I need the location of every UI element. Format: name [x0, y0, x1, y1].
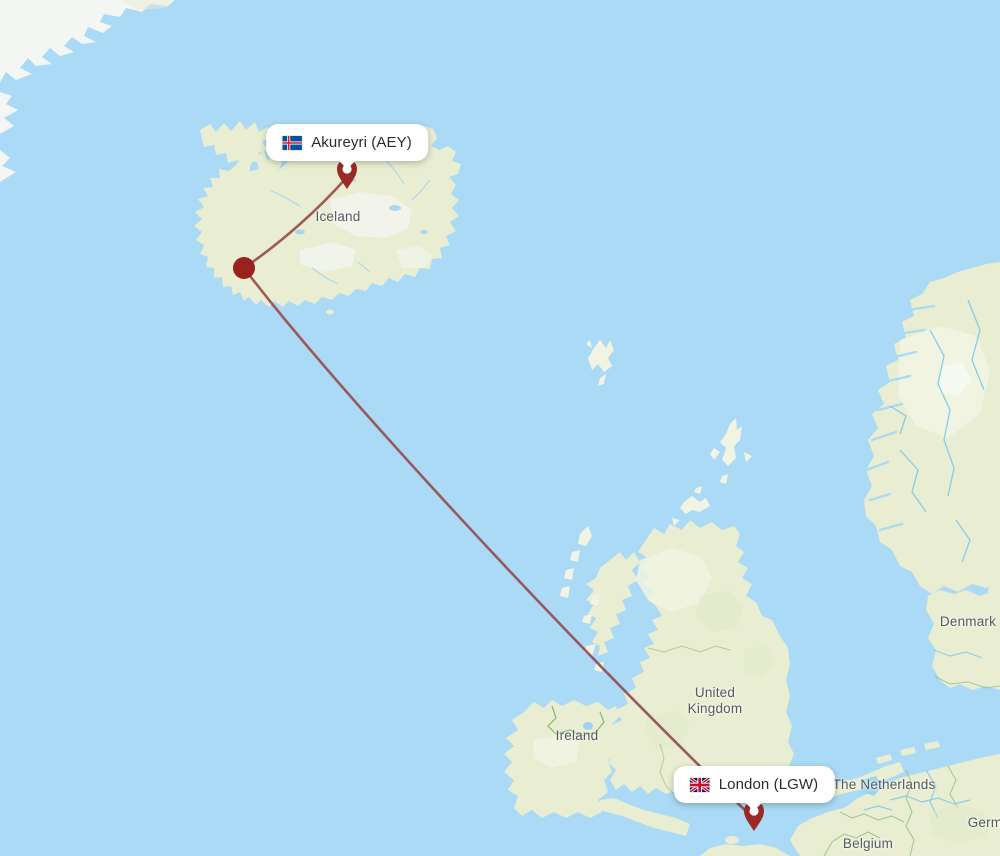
- map-canvas[interactable]: [0, 0, 1000, 856]
- iceland-flag-icon: [282, 135, 302, 150]
- destination-tooltip[interactable]: London (LGW): [673, 766, 835, 811]
- flight-route-map[interactable]: Iceland Ireland United Kingdom Denmark T…: [0, 0, 1000, 856]
- uk-flag-icon: [689, 777, 710, 792]
- origin-tooltip-label: Akureyri (AEY): [311, 134, 412, 151]
- origin-tooltip[interactable]: Akureyri (AEY): [266, 124, 428, 169]
- ocean-background: [0, 0, 1000, 856]
- destination-tooltip-label: London (LGW): [718, 776, 819, 793]
- route-waypoint-marker[interactable]: [233, 257, 255, 279]
